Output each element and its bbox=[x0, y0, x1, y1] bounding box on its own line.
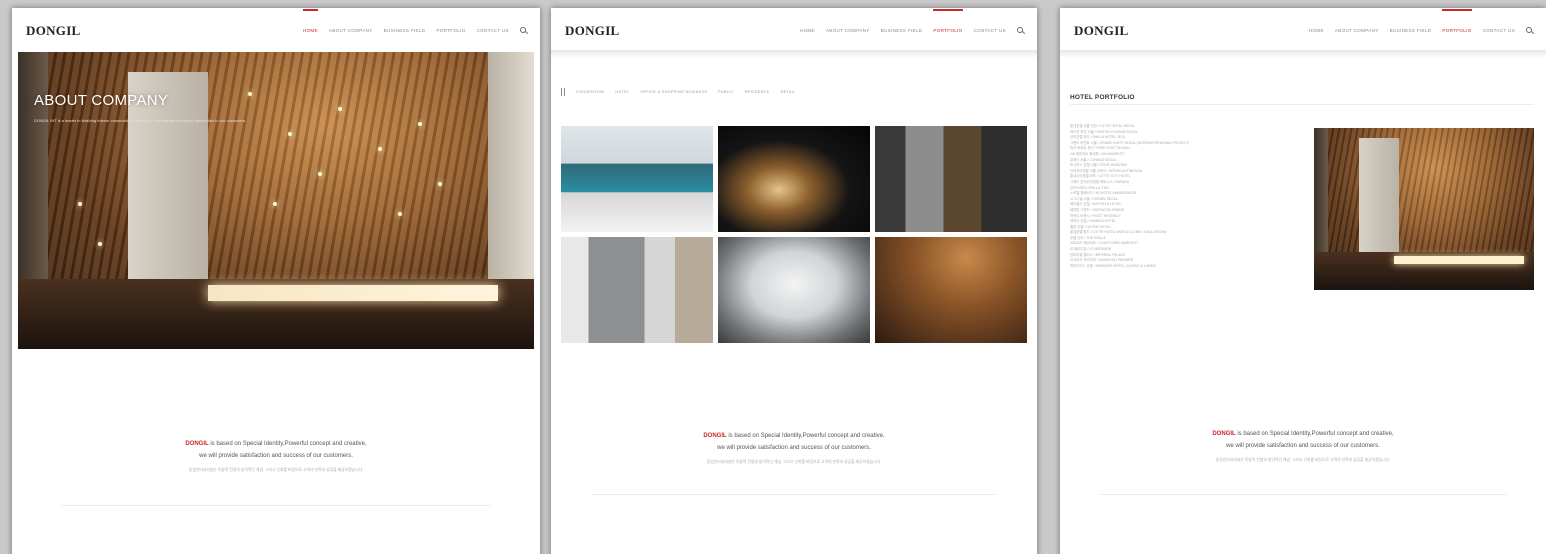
tagline-line1: is based on Special Identity,Powerful co… bbox=[1235, 431, 1394, 437]
top-navbar: DONGIL HOME ABOUT COMPANY BUSINESS FIELD… bbox=[12, 8, 540, 50]
portfolio-thumb-interior[interactable] bbox=[561, 237, 713, 343]
search-icon[interactable] bbox=[520, 27, 526, 33]
tagline-korean: 동일인터내셔널은 독창적 컨셉과 창의적인 개념, 그리고 신뢰를 바탕으로 고… bbox=[188, 468, 364, 472]
divider bbox=[1100, 494, 1506, 495]
filter-convention[interactable]: CONVENTION bbox=[576, 90, 604, 94]
filter-hotel[interactable]: HOTEL bbox=[615, 90, 629, 94]
filter-residence[interactable]: RESIDENCE bbox=[745, 90, 770, 94]
hero-title: ABOUT COMPANY bbox=[34, 92, 169, 109]
top-navbar: DONGIL HOME ABOUT COMPANY BUSINESS FIELD… bbox=[1060, 8, 1546, 50]
portfolio-thumb-building-night[interactable] bbox=[718, 126, 870, 232]
portfolio-thumb-pool[interactable] bbox=[561, 126, 713, 232]
tagline-brand: DONGIL bbox=[703, 433, 727, 439]
hotel-list-item: 파라다이스 호텔 / PARADISE HOTEL (CASINO & LOBB… bbox=[1070, 263, 1157, 268]
main-menu: HOME ABOUT COMPANY BUSINESS FIELD PORTFO… bbox=[800, 8, 1023, 33]
nav-portfolio[interactable]: PORTFOLIO bbox=[933, 8, 963, 33]
nav-home[interactable]: HOME bbox=[800, 28, 815, 33]
divider bbox=[62, 505, 490, 506]
tagline-line1: is based on Special Identity,Powerful co… bbox=[208, 441, 367, 447]
hotel-photo bbox=[1314, 128, 1534, 290]
tagline: DONGIL is based on Special Identity,Powe… bbox=[1060, 428, 1546, 465]
nav-about[interactable]: ABOUT COMPANY bbox=[1335, 28, 1379, 33]
search-icon[interactable] bbox=[1017, 27, 1023, 33]
top-navbar: DONGIL HOME ABOUT COMPANY BUSINESS FIELD… bbox=[551, 8, 1037, 50]
filter-office[interactable]: OFFICE & SHOPPING BUSINESS bbox=[641, 90, 708, 94]
page-preview-home: DONGIL HOME ABOUT COMPANY BUSINESS FIELD… bbox=[12, 8, 540, 554]
logo[interactable]: DONGIL bbox=[26, 23, 81, 39]
main-menu: HOME ABOUT COMPANY BUSINESS FIELD PORTFO… bbox=[1309, 8, 1532, 33]
tagline-line2: we will provide satisfaction and success… bbox=[199, 453, 353, 459]
tagline: DONGIL is based on Special Identity,Powe… bbox=[12, 438, 540, 475]
nav-contact[interactable]: CONTACT US bbox=[1483, 28, 1515, 33]
divider bbox=[591, 494, 997, 495]
portfolio-thumb-corridor[interactable] bbox=[718, 237, 870, 343]
nav-business[interactable]: BUSINESS FIELD bbox=[1390, 28, 1432, 33]
tagline-korean: 동일인터내셔널은 독창적 컨셉과 창의적인 개념, 그리고 신뢰를 바탕으로 고… bbox=[1215, 458, 1391, 462]
logo[interactable]: DONGIL bbox=[1074, 23, 1129, 39]
nav-business[interactable]: BUSINESS FIELD bbox=[881, 28, 923, 33]
page-preview-hotel-portfolio: DONGIL HOME ABOUT COMPANY BUSINESS FIELD… bbox=[1060, 8, 1546, 554]
logo[interactable]: DONGIL bbox=[565, 23, 620, 39]
header-shadow bbox=[551, 50, 1037, 58]
tagline-line2: we will provide satisfaction and success… bbox=[1226, 443, 1380, 449]
filter-public[interactable]: PUBLIC bbox=[718, 90, 734, 94]
hero-image: ABOUT COMPANY DONGIL INT is a leader in … bbox=[18, 52, 534, 349]
portfolio-filters: CONVENTION HOTEL OFFICE & SHOPPING BUSIN… bbox=[561, 88, 795, 96]
search-icon[interactable] bbox=[1526, 27, 1532, 33]
tagline-line2: we will provide satisfaction and success… bbox=[717, 445, 871, 451]
nav-portfolio[interactable]: PORTFOLIO bbox=[436, 28, 465, 33]
page-preview-portfolio: DONGIL HOME ABOUT COMPANY BUSINESS FIELD… bbox=[551, 8, 1037, 554]
hotel-project-list: 롯데호텔 서울 신관 / LOTTE HOTEL SEOUL 웨스틴 조선 서울 … bbox=[1070, 124, 1300, 269]
hero-description: DONGIL INT is a leader in finishing inte… bbox=[34, 118, 247, 123]
tagline-korean: 동일인터내셔널은 독창적 컨셉과 창의적인 개념, 그리고 신뢰를 바탕으로 고… bbox=[706, 460, 882, 464]
portfolio-thumb-wood-ceiling[interactable] bbox=[875, 237, 1027, 343]
nav-portfolio[interactable]: PORTFOLIO bbox=[1442, 8, 1472, 33]
nav-business[interactable]: BUSINESS FIELD bbox=[384, 28, 426, 33]
tagline-line1: is based on Special Identity,Powerful co… bbox=[726, 433, 885, 439]
main-menu: HOME ABOUT COMPANY BUSINESS FIELD PORTFO… bbox=[302, 8, 526, 33]
tagline-brand: DONGIL bbox=[185, 441, 209, 447]
filter-all-icon[interactable] bbox=[561, 88, 565, 96]
section-divider bbox=[1070, 104, 1534, 105]
portfolio-gallery bbox=[561, 126, 1027, 343]
tagline-brand: DONGIL bbox=[1212, 431, 1236, 437]
nav-about[interactable]: ABOUT COMPANY bbox=[826, 28, 870, 33]
nav-home[interactable]: HOME bbox=[1309, 28, 1324, 33]
tagline: DONGIL is based on Special Identity,Powe… bbox=[551, 430, 1037, 467]
portfolio-thumb-lobby[interactable] bbox=[875, 126, 1027, 232]
nav-contact[interactable]: CONTACT US bbox=[974, 28, 1006, 33]
nav-about[interactable]: ABOUT COMPANY bbox=[329, 28, 373, 33]
header-shadow bbox=[1060, 50, 1546, 58]
section-title: HOTEL PORTFOLIO bbox=[1070, 94, 1135, 101]
nav-contact[interactable]: CONTACT US bbox=[477, 28, 509, 33]
filter-retail[interactable]: RETAIL bbox=[781, 90, 796, 94]
nav-home[interactable]: HOME bbox=[302, 8, 318, 33]
